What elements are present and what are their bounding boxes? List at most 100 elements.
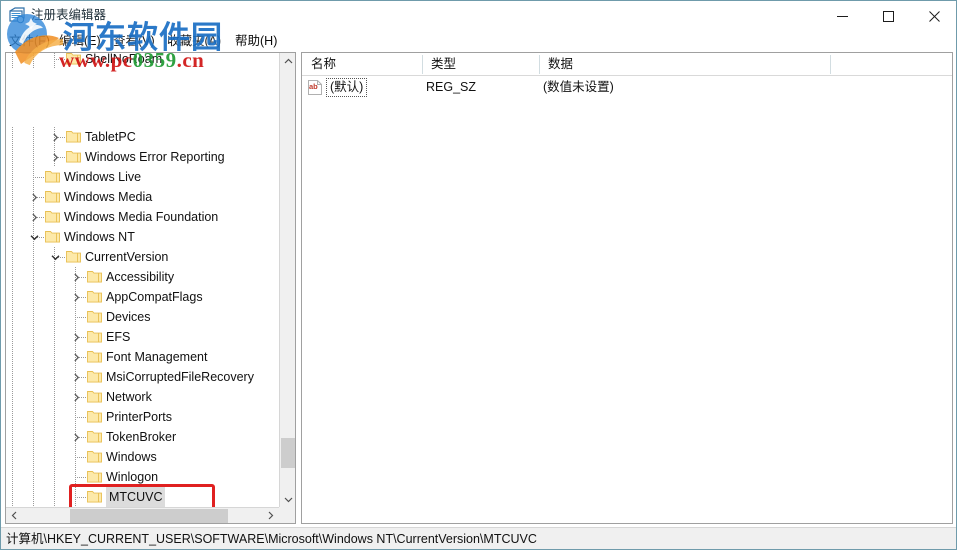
chevron-right-icon[interactable] — [26, 207, 42, 227]
folder-icon — [87, 350, 102, 363]
folder-icon — [66, 53, 81, 65]
menu-help[interactable]: 帮助(H) — [235, 32, 277, 50]
tree-guide-line — [33, 387, 34, 407]
tree-guide-line — [33, 407, 34, 427]
tree-guide-line — [54, 367, 55, 387]
column-divider-data-end[interactable] — [830, 55, 831, 74]
folder-icon — [87, 430, 102, 443]
tree-guide-line — [33, 267, 34, 287]
tree-item-appcompatflags[interactable]: AppCompatFlags — [6, 287, 281, 307]
column-header-name[interactable]: 名称 — [304, 53, 336, 75]
tree-guide-line — [12, 53, 13, 69]
menu-file[interactable]: 文件(F) — [9, 32, 50, 50]
value-name-cell[interactable]: (默认) — [326, 78, 368, 97]
tree-guide-line — [54, 267, 55, 287]
tree-guide-line — [54, 287, 55, 307]
column-divider-type-data[interactable] — [539, 55, 540, 74]
tree-guide-line — [54, 347, 55, 367]
tree-item-accessibility[interactable]: Accessibility — [6, 267, 281, 287]
chevron-right-icon[interactable] — [26, 187, 42, 207]
tree-guide-line — [33, 467, 34, 487]
registry-values-pane: 名称 类型 数据 ab (默认) REG_SZ (数值未设置) — [301, 52, 953, 524]
folder-icon — [87, 290, 102, 303]
tree-item-devices[interactable]: Devices — [6, 307, 281, 327]
chevron-right-icon[interactable] — [68, 287, 84, 307]
tree-item-font-management[interactable]: Font Management — [6, 347, 281, 367]
tree-item-windows-media-foundation[interactable]: Windows Media Foundation — [6, 207, 281, 227]
tree-item-windows[interactable]: Windows — [6, 447, 281, 467]
column-header-data[interactable]: 数据 — [541, 53, 573, 75]
chevron-down-icon[interactable] — [47, 247, 63, 267]
tree-vertical-scrollbar[interactable] — [279, 53, 295, 508]
tree-item-label: Accessibility — [106, 270, 175, 284]
maximize-button[interactable] — [865, 1, 911, 31]
tree-guide-line — [12, 127, 13, 147]
folder-icon — [87, 410, 102, 423]
chevron-right-icon[interactable] — [68, 267, 84, 287]
tree-item-windows-live[interactable]: Windows Live — [6, 167, 281, 187]
tree-item-windows-error-reporting[interactable]: Windows Error Reporting — [6, 147, 281, 167]
tree-guide-line — [12, 487, 13, 507]
folder-icon — [66, 150, 81, 163]
tree-guide-line — [12, 427, 13, 447]
folder-icon — [45, 230, 60, 243]
tree-item-network[interactable]: Network — [6, 387, 281, 407]
tree-item-label: Network — [106, 390, 152, 404]
tree-item-label: Windows NT — [64, 230, 135, 244]
chevron-right-icon[interactable] — [262, 508, 279, 523]
folder-icon — [87, 470, 102, 483]
chevron-right-icon[interactable] — [68, 327, 84, 347]
tree-item-windows-nt[interactable]: Windows NT — [6, 227, 281, 247]
tree-horizontal-scrollbar[interactable] — [6, 507, 295, 523]
chevron-right-icon[interactable] — [68, 367, 84, 387]
tree-guide-line — [12, 347, 13, 367]
tree-guide-line — [12, 167, 13, 187]
menu-view[interactable]: 查看(V) — [113, 32, 155, 50]
tree-item-currentversion[interactable]: CurrentVersion — [6, 247, 281, 267]
tree-guide-line — [33, 307, 34, 327]
tree-guide-line — [12, 247, 13, 267]
tree-item-windows-media[interactable]: Windows Media — [6, 187, 281, 207]
tree-item-msicorruptedfilerecovery[interactable]: MsiCorruptedFileRecovery — [6, 367, 281, 387]
tree-guide-line — [54, 487, 55, 507]
tree-guide-line — [12, 307, 13, 327]
chevron-right-icon[interactable] — [47, 127, 63, 147]
tree-guide-line — [12, 327, 13, 347]
tree-item-tabletpc[interactable]: TabletPC — [6, 127, 281, 147]
minimize-button[interactable] — [819, 1, 865, 31]
tree-guide-line — [33, 347, 34, 367]
registry-editor-icon — [8, 7, 26, 25]
chevron-left-icon[interactable] — [6, 508, 23, 523]
chevron-right-icon[interactable] — [47, 147, 63, 167]
folder-icon — [87, 270, 102, 283]
tree-item-shellnoroam[interactable]: ShellNoRoam — [6, 53, 281, 69]
chevron-right-icon[interactable] — [68, 387, 84, 407]
title-bar: 注册表编辑器 — [1, 0, 956, 30]
tree-guide-line — [12, 267, 13, 287]
menu-favorites[interactable]: 收藏夹(A) — [167, 32, 221, 50]
chevron-down-icon[interactable] — [26, 227, 42, 247]
column-header-type[interactable]: 类型 — [424, 53, 456, 75]
tree-item-efs[interactable]: EFS — [6, 327, 281, 347]
close-button[interactable] — [911, 1, 956, 31]
tree-guide-line — [12, 447, 13, 467]
chevron-right-icon[interactable] — [68, 427, 84, 447]
table-row[interactable]: ab (默认) REG_SZ (数值未设置) — [302, 76, 952, 98]
tree-vertical-scroll-thumb[interactable] — [281, 438, 295, 468]
tree-horizontal-scroll-thumb[interactable] — [70, 509, 228, 523]
tree-guide-line — [33, 247, 34, 267]
tree-guide-line — [12, 367, 13, 387]
column-divider-name-type[interactable] — [422, 55, 423, 74]
chevron-down-icon[interactable] — [280, 491, 295, 508]
registry-key-tree[interactable]: ShellNoRoam TabletPC Windows Error Reporti… — [6, 53, 281, 508]
chevron-right-icon[interactable] — [68, 347, 84, 367]
tree-item-tokenbroker[interactable]: TokenBroker — [6, 427, 281, 447]
menu-edit[interactable]: 编辑(E) — [59, 32, 101, 50]
tree-guide-line — [33, 447, 34, 467]
tree-guide-line — [33, 287, 34, 307]
chevron-up-icon[interactable] — [280, 53, 295, 70]
tree-guide-line — [12, 227, 13, 247]
tree-item-printerports[interactable]: PrinterPorts — [6, 407, 281, 427]
folder-icon — [87, 390, 102, 403]
value-type-cell: REG_SZ — [426, 80, 477, 94]
